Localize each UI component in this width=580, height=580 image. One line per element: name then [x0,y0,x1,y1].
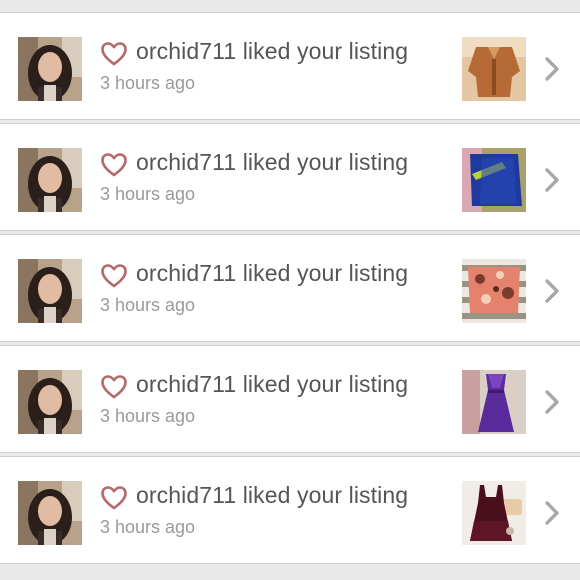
notification-text: orchid711 liked your listing [136,260,409,286]
listing-thumbnail[interactable] [462,148,526,212]
heart-icon [101,153,127,177]
notification-time: 3 hours ago [100,184,196,204]
notification-text: orchid711 liked your listing [136,371,409,397]
listing-thumbnail[interactable] [462,37,526,101]
heart-icon [101,264,127,288]
avatar[interactable] [18,259,82,323]
avatar[interactable] [18,148,82,212]
chevron-right-icon[interactable] [543,500,561,526]
chevron-right-icon[interactable] [543,56,561,82]
notification-time: 3 hours ago [100,295,196,315]
heart-icon [101,42,127,66]
listing-thumbnail[interactable] [462,481,526,545]
notification-row[interactable]: orchid711 liked your listing 3 hours ago [0,345,580,453]
notification-time: 3 hours ago [100,517,196,537]
notification-text: orchid711 liked your listing [136,149,409,175]
notification-time: 3 hours ago [100,406,196,426]
notification-row[interactable]: orchid711 liked your listing 3 hours ago [0,12,580,120]
notification-text: orchid711 liked your listing [136,482,409,508]
listing-thumbnail[interactable] [462,259,526,323]
notification-row[interactable]: orchid711 liked your listing 3 hours ago [0,456,580,564]
heart-icon [101,375,127,399]
notification-time: 3 hours ago [100,73,196,93]
heart-icon [101,486,127,510]
avatar[interactable] [18,37,82,101]
avatar[interactable] [18,481,82,545]
chevron-right-icon[interactable] [543,389,561,415]
notification-row[interactable]: orchid711 liked your listing 3 hours ago [0,123,580,231]
avatar[interactable] [18,370,82,434]
listing-thumbnail[interactable] [462,370,526,434]
notification-feed: orchid711 liked your listing 3 hours ago [0,0,580,580]
notification-text: orchid711 liked your listing [136,38,409,64]
chevron-right-icon[interactable] [543,278,561,304]
chevron-right-icon[interactable] [543,167,561,193]
notification-row[interactable]: orchid711 liked your listing 3 hours ago [0,234,580,342]
